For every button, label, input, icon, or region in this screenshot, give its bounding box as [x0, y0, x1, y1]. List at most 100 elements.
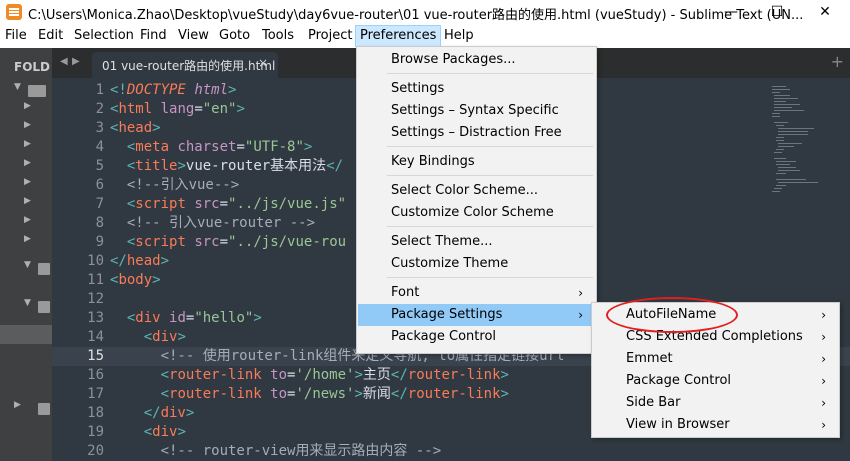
submenu-arrow-icon: ›	[821, 330, 826, 344]
sidebar-tree-row[interactable]: ▶	[0, 139, 52, 157]
submenu-arrow-icon: ›	[821, 374, 826, 388]
code-line-5: <title>vue-router基本用法</	[126, 158, 344, 174]
collapse-arrow-icon[interactable]: ▶	[14, 400, 21, 410]
expand-arrow-icon[interactable]: ▼	[24, 298, 31, 308]
line-number: 18	[87, 405, 104, 421]
menu-item-select-color-scheme[interactable]: Select Color Scheme...	[358, 180, 595, 202]
sidebar-tree-row[interactable]: ▶	[0, 400, 52, 418]
line-number: 17	[87, 386, 104, 402]
code-line-20: <!-- router-view用来显示路由内容 -->	[160, 443, 442, 459]
tab-label: 01 vue-router路由的使用.html	[102, 59, 276, 73]
submenu-item-css-extended-completions[interactable]: CSS Extended Completions ›	[593, 326, 838, 348]
line-number: 8	[95, 215, 104, 231]
menu-item-settings[interactable]: Settings	[358, 78, 595, 100]
collapse-arrow-icon[interactable]: ▶	[24, 139, 31, 149]
line-number: 10	[87, 253, 104, 269]
code-line-18: </div>	[143, 405, 195, 421]
line-number: 7	[95, 196, 104, 212]
submenu-item-emmet[interactable]: Emmet ›	[593, 348, 838, 370]
line-number: 20	[87, 443, 104, 459]
minimap[interactable]	[770, 84, 850, 204]
menu-item-package-control[interactable]: Package Control	[358, 326, 595, 348]
code-line-11: <body>	[110, 272, 161, 288]
code-line-6: <!--引入vue-->	[126, 177, 240, 193]
collapse-arrow-icon[interactable]: ▶	[24, 101, 31, 111]
menu-item-package-settings[interactable]: Package Settings ›	[358, 304, 595, 326]
sidebar-tree-row[interactable]: ▶	[0, 196, 52, 214]
submenu-item-view-in-browser[interactable]: View in Browser ›	[593, 414, 838, 436]
submenu-item-side-bar[interactable]: Side Bar ›	[593, 392, 838, 414]
code-line-2: <html lang="en">	[110, 101, 245, 117]
submenu-arrow-icon: ›	[578, 308, 583, 322]
submenu-item-package-control[interactable]: Package Control ›	[593, 370, 838, 392]
sidebar-tree-row[interactable]: ▶	[0, 215, 52, 233]
menu-goto[interactable]: Goto	[215, 26, 254, 46]
code-line-14: <div>	[143, 329, 186, 345]
folder-icon	[38, 301, 50, 313]
sidebar-tree-row[interactable]: ▼	[0, 82, 52, 100]
menu-item-font[interactable]: Font ›	[358, 282, 595, 304]
menu-item-settings-syntax-specific[interactable]: Settings – Syntax Specific	[358, 100, 595, 122]
menu-project[interactable]: Project	[304, 26, 356, 46]
tab-next-icon[interactable]: ▶	[72, 56, 80, 67]
collapse-arrow-icon[interactable]: ▶	[24, 234, 31, 244]
line-number: 2	[95, 101, 104, 117]
menu-file[interactable]: File	[1, 26, 31, 46]
line-number: 12	[87, 291, 104, 307]
code-line-4: <meta charset="UTF-8">	[126, 139, 313, 155]
menu-view[interactable]: View	[174, 26, 213, 46]
minimize-button[interactable]: —	[708, 0, 754, 24]
folder-icon	[28, 85, 46, 97]
menu-find[interactable]: Find	[136, 26, 171, 46]
folder-icon	[38, 403, 50, 415]
sidebar-tree-row[interactable]: ▼	[0, 298, 52, 316]
collapse-arrow-icon[interactable]: ▶	[24, 120, 31, 130]
code-line-8: <!-- 引入vue-router -->	[126, 215, 316, 231]
code-line-19: <div>	[143, 424, 186, 440]
code-line-17: <router-link to='/news'>新闻</router-link>	[160, 386, 509, 402]
sidebar-tree-row[interactable]: ▼	[0, 260, 52, 278]
line-number: 9	[95, 234, 104, 250]
sidebar-selected-row[interactable]	[0, 325, 52, 344]
menu-item-settings-distraction-free[interactable]: Settings – Distraction Free	[358, 122, 595, 144]
menu-selection[interactable]: Selection	[70, 26, 138, 46]
collapse-arrow-icon[interactable]: ▶	[24, 158, 31, 168]
submenu-arrow-icon: ›	[821, 418, 826, 432]
menu-item-customize-theme[interactable]: Customize Theme	[358, 253, 595, 275]
tab-close-icon[interactable]: ×	[258, 56, 268, 70]
sidebar-tree-row[interactable]: ▶	[0, 177, 52, 195]
menu-item-key-bindings[interactable]: Key Bindings	[358, 151, 595, 173]
submenu-arrow-icon: ›	[821, 396, 826, 410]
menu-edit[interactable]: Edit	[34, 26, 67, 46]
tab-prev-icon[interactable]: ◀	[60, 56, 68, 67]
maximize-button[interactable]: ☐	[754, 0, 800, 24]
menu-item-customize-color-scheme[interactable]: Customize Color Scheme	[358, 202, 595, 224]
menu-separator	[387, 73, 593, 74]
submenu-arrow-icon: ›	[821, 352, 826, 366]
line-number: 1	[95, 82, 104, 98]
menu-preferences[interactable]: Preferences	[355, 25, 442, 47]
new-tab-icon[interactable]: +	[831, 52, 844, 71]
sidebar-tree-row[interactable]: ▶	[0, 120, 52, 138]
menu-item-browse-packages[interactable]: Browse Packages...	[358, 49, 595, 71]
menu-separator	[387, 175, 593, 176]
submenu-arrow-icon: ›	[578, 286, 583, 300]
expand-arrow-icon[interactable]: ▼	[24, 260, 31, 270]
sublime-text-icon	[6, 4, 22, 20]
expand-arrow-icon[interactable]: ▼	[14, 82, 21, 92]
sidebar-tree-row[interactable]: ▶	[0, 234, 52, 252]
sidebar-header: FOLD	[14, 60, 51, 74]
menu-tools[interactable]: Tools	[258, 26, 298, 46]
collapse-arrow-icon[interactable]: ▶	[24, 196, 31, 206]
menu-bar: File Edit Selection Find View Goto Tools…	[0, 24, 850, 48]
menu-item-select-theme[interactable]: Select Theme...	[358, 231, 595, 253]
collapse-arrow-icon[interactable]: ▶	[24, 177, 31, 187]
collapse-arrow-icon[interactable]: ▶	[24, 215, 31, 225]
line-number: 13	[87, 310, 104, 326]
menu-help[interactable]: Help	[440, 26, 478, 46]
sidebar-tree-row[interactable]: ▶	[0, 101, 52, 119]
code-line-10: </head>	[110, 253, 170, 269]
close-button[interactable]: ✕	[802, 0, 848, 24]
sidebar-tree-row[interactable]: ▶	[0, 158, 52, 176]
tab-active-file[interactable]: 01 vue-router路由的使用.html ×	[92, 52, 278, 78]
